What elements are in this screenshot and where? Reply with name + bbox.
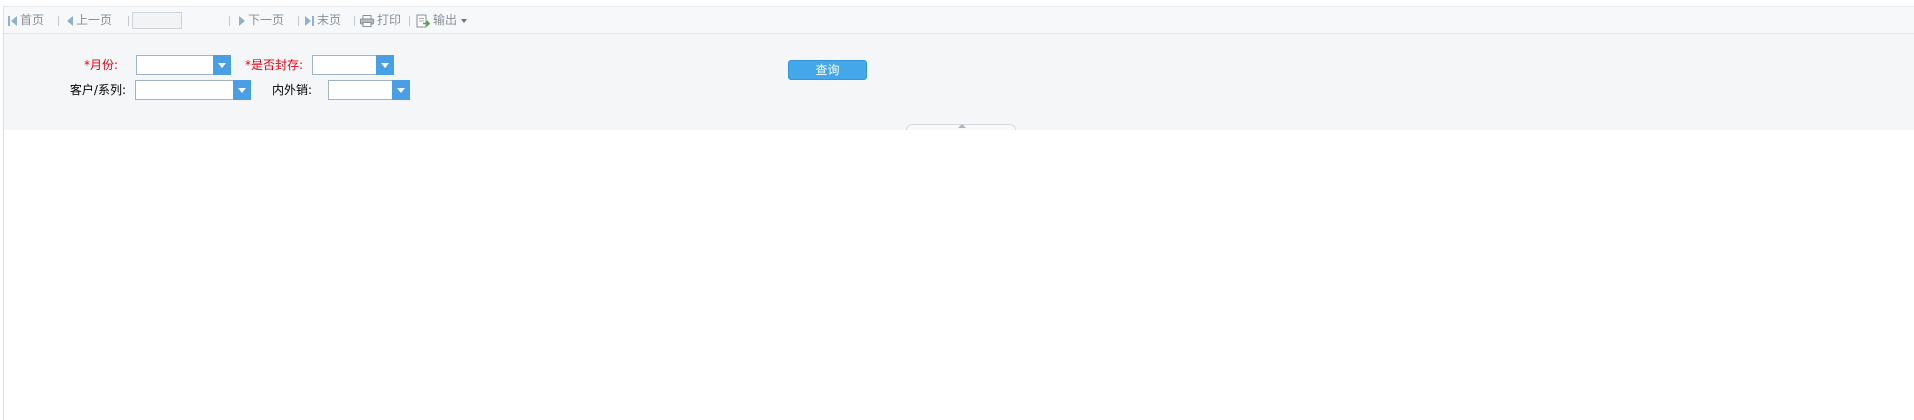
sealed-label: *是否封存: — [244, 58, 303, 72]
first-page-button[interactable]: 首页 — [8, 7, 44, 34]
toolbar-divider — [354, 16, 355, 26]
toolbar-divider — [128, 16, 129, 26]
last-page-button[interactable]: 末页 — [305, 7, 341, 34]
printer-icon — [360, 14, 374, 27]
export-label: 输出 — [433, 13, 458, 27]
first-page-icon — [8, 15, 10, 26]
print-button[interactable]: 打印 — [360, 7, 401, 34]
first-page-arrow-icon — [11, 15, 17, 26]
toolbar-divider — [58, 16, 59, 26]
query-button[interactable]: 查询 — [788, 60, 867, 80]
sealed-dropdown-button[interactable] — [376, 55, 394, 75]
last-page-arrow-icon — [305, 15, 311, 26]
next-page-icon — [239, 15, 245, 26]
window-frame: 首页 上一页 下一页 末页 打印 输出 *月份: *是否封存: 客户/系列: 内… — [3, 6, 1914, 420]
domestic-export-label: 内外销: — [271, 83, 312, 97]
domestic-export-select[interactable] — [328, 80, 410, 100]
customer-series-dropdown-button[interactable] — [233, 80, 251, 100]
last-page-icon — [312, 15, 314, 26]
query-panel: *月份: *是否封存: 客户/系列: 内外销: 查询 — [4, 34, 1914, 130]
prev-page-button[interactable]: 上一页 — [67, 7, 112, 34]
page-number-input[interactable] — [132, 12, 182, 29]
month-dropdown-button[interactable] — [213, 55, 231, 75]
domestic-export-dropdown-button[interactable] — [392, 80, 410, 100]
first-page-label: 首页 — [20, 13, 45, 27]
export-icon — [416, 14, 430, 27]
toolbar-divider — [229, 16, 230, 26]
export-menu-button[interactable]: 输出 — [416, 7, 468, 34]
month-label: *月份: — [83, 58, 118, 72]
last-page-label: 末页 — [317, 13, 342, 27]
toolbar-divider — [298, 16, 299, 26]
month-select[interactable] — [136, 55, 231, 75]
sealed-select[interactable] — [312, 55, 394, 75]
customer-series-select[interactable] — [135, 80, 251, 100]
collapse-panel-toggle[interactable] — [906, 124, 1016, 130]
chevron-down-icon — [461, 18, 468, 23]
prev-page-icon — [67, 15, 73, 26]
chevron-up-icon — [958, 124, 966, 128]
print-label: 打印 — [377, 13, 402, 27]
toolbar-divider — [409, 16, 410, 26]
pagination-toolbar: 首页 上一页 下一页 末页 打印 输出 — [4, 6, 1914, 34]
next-page-label: 下一页 — [248, 13, 285, 27]
customer-series-label: 客户/系列: — [69, 83, 126, 97]
prev-page-label: 上一页 — [76, 13, 113, 27]
next-page-button[interactable]: 下一页 — [239, 7, 284, 34]
